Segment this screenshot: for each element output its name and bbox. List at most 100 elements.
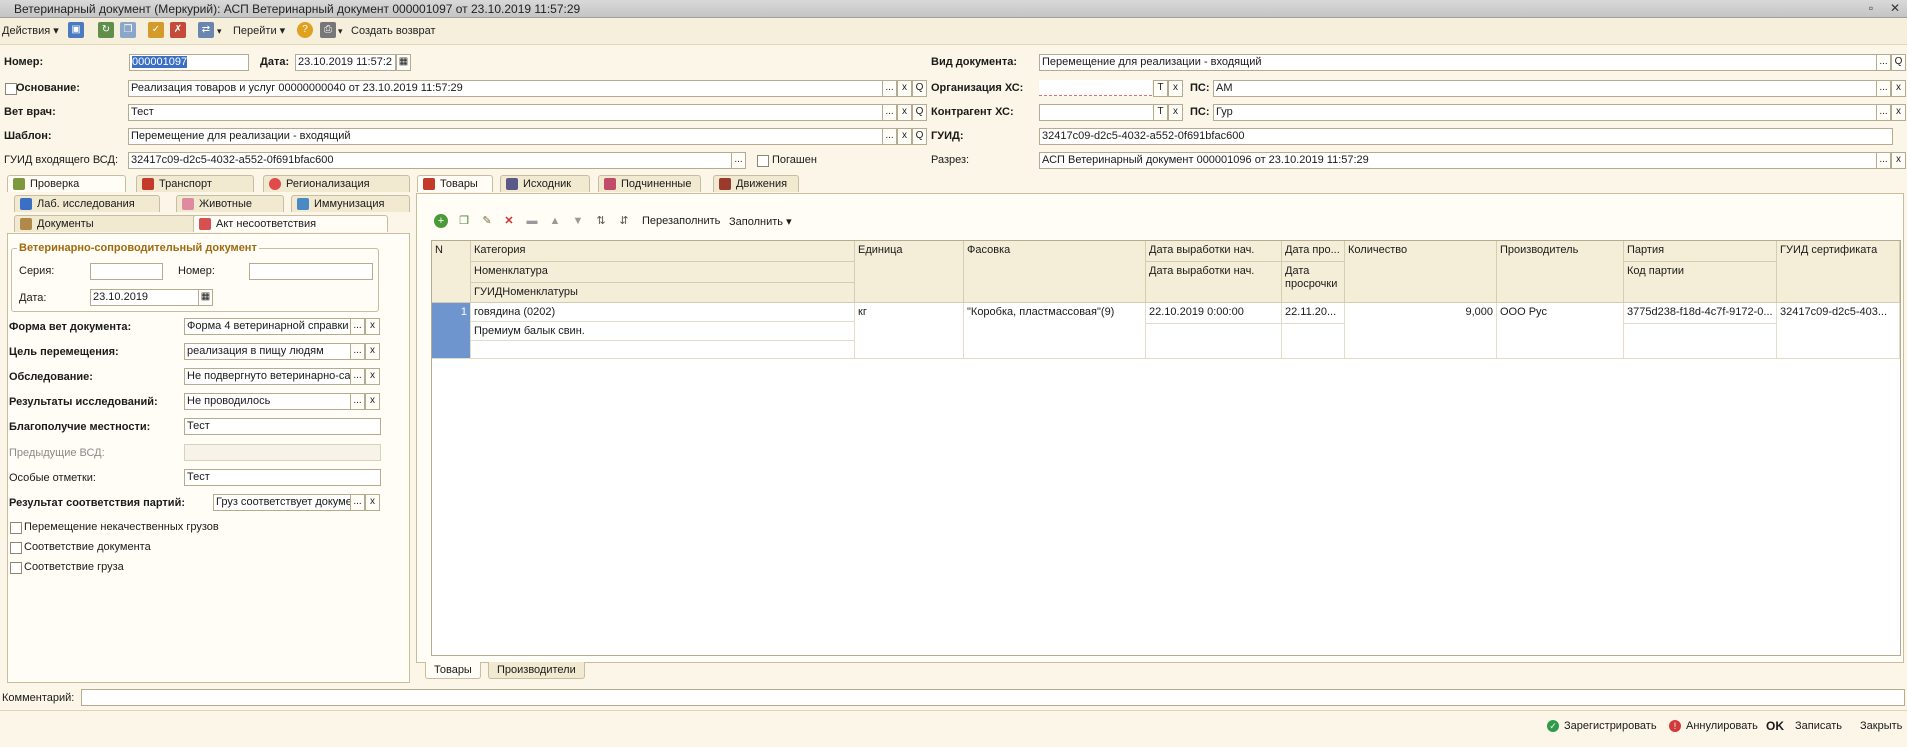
- producer-cell[interactable]: ООО Рус: [1497, 303, 1624, 359]
- repaid-checkbox[interactable]: [757, 155, 769, 167]
- close-icon[interactable]: ✕: [1887, 1, 1903, 15]
- save-button[interactable]: Записать: [1795, 720, 1842, 732]
- save-icon[interactable]: ▣: [68, 22, 84, 38]
- ok-button[interactable]: OK: [1766, 719, 1784, 733]
- template-select-button[interactable]: ...: [882, 128, 897, 145]
- contractor-clear-button[interactable]: x: [1168, 104, 1183, 121]
- quantity-cell[interactable]: 9,000: [1345, 303, 1497, 359]
- copy-row-icon[interactable]: ❐: [457, 214, 471, 228]
- purpose-select-button[interactable]: ...: [350, 343, 365, 360]
- poor-quality-checkbox[interactable]: [10, 522, 22, 534]
- tab-immunization[interactable]: Иммунизация: [291, 195, 410, 212]
- section-clear-button[interactable]: x: [1891, 152, 1906, 169]
- post-icon[interactable]: ✓: [148, 22, 164, 38]
- tab-movements[interactable]: Движения: [713, 175, 799, 192]
- col-expiry-2[interactable]: Дата просрочки: [1282, 262, 1345, 303]
- basis-select-button[interactable]: ...: [882, 80, 897, 97]
- bottom-tab-goods[interactable]: Товары: [425, 662, 481, 679]
- goto-menu[interactable]: Перейти ▾: [233, 23, 285, 39]
- number-field[interactable]: 000001097: [129, 54, 249, 71]
- prod-date-cell[interactable]: 22.10.2019 0:00:00: [1146, 303, 1282, 324]
- tab-source[interactable]: Исходник: [500, 175, 590, 192]
- org-type-button[interactable]: T: [1153, 80, 1168, 97]
- col-prod-date[interactable]: Дата выработки нач.: [1146, 241, 1282, 262]
- vet-select-button[interactable]: ...: [882, 104, 897, 121]
- sort-desc-icon[interactable]: ⇵: [617, 214, 631, 228]
- section-select-button[interactable]: ...: [1876, 152, 1891, 169]
- col-unit[interactable]: Единица: [855, 241, 964, 303]
- tab-nonconformity-act[interactable]: Акт несоответствия: [193, 215, 388, 232]
- bottom-tab-producers[interactable]: Производители: [488, 662, 585, 679]
- vsd-date-field[interactable]: 23.10.2019: [90, 289, 199, 306]
- org-field[interactable]: [1039, 80, 1152, 96]
- row-number-cell[interactable]: 1: [432, 303, 471, 359]
- structure-dropdown-icon[interactable]: ▾: [217, 23, 222, 39]
- refresh-icon[interactable]: ↻: [98, 22, 114, 38]
- category-cell[interactable]: говядина (0202): [471, 303, 855, 322]
- form-field[interactable]: Форма 4 ветеринарной справки: [184, 318, 351, 335]
- vet-field[interactable]: Тест: [128, 104, 884, 121]
- ps1-field[interactable]: АМ: [1213, 80, 1878, 97]
- contractor-field[interactable]: [1039, 104, 1154, 121]
- col-packing[interactable]: Фасовка: [964, 241, 1146, 303]
- copy-icon[interactable]: ❐: [120, 22, 136, 38]
- close-button[interactable]: Закрыть: [1860, 720, 1902, 732]
- fill-menu[interactable]: Заполнить ▾: [729, 215, 792, 228]
- delete-icon[interactable]: ✕: [502, 214, 516, 228]
- basis-open-icon[interactable]: Q: [912, 80, 927, 97]
- refill-button[interactable]: Перезаполнить: [642, 215, 720, 227]
- tab-check[interactable]: Проверка: [7, 175, 126, 192]
- certificate-guid-cell[interactable]: 32417c09-d2c5-403...: [1777, 303, 1900, 359]
- ps1-select-button[interactable]: ...: [1876, 80, 1891, 97]
- print-icon[interactable]: ⎙: [320, 22, 336, 38]
- end-edit-icon[interactable]: ▬: [525, 214, 539, 228]
- wellbeing-field[interactable]: Тест: [184, 418, 381, 435]
- unit-cell[interactable]: кг: [855, 303, 964, 359]
- tab-goods[interactable]: Товары: [417, 175, 493, 192]
- tab-documents[interactable]: Документы: [14, 215, 201, 232]
- match-select-button[interactable]: ...: [350, 494, 365, 511]
- tab-transport[interactable]: Транспорт: [136, 175, 254, 192]
- col-batch[interactable]: Партия: [1624, 241, 1777, 262]
- doctype-open-icon[interactable]: Q: [1891, 54, 1906, 71]
- unpost-icon[interactable]: ✗: [170, 22, 186, 38]
- contractor-type-button[interactable]: T: [1153, 104, 1168, 121]
- template-open-icon[interactable]: Q: [912, 128, 927, 145]
- template-field[interactable]: Перемещение для реализации - входящий: [128, 128, 884, 145]
- batch-cell[interactable]: 3775d238-f18d-4c7f-9172-0...: [1624, 303, 1777, 324]
- col-category[interactable]: Категория: [471, 241, 855, 262]
- col-producer[interactable]: Производитель: [1497, 241, 1624, 303]
- date-field[interactable]: 23.10.2019 11:57:2: [295, 54, 396, 71]
- doctype-field[interactable]: Перемещение для реализации - входящий: [1039, 54, 1878, 71]
- col-nomenclature[interactable]: Номенклатура: [471, 262, 855, 283]
- basis-clear-button[interactable]: x: [897, 80, 912, 97]
- col-expiry[interactable]: Дата про...: [1282, 241, 1345, 262]
- doctype-select-button[interactable]: ...: [1876, 54, 1891, 71]
- help-icon[interactable]: ?: [297, 22, 313, 38]
- template-clear-button[interactable]: x: [897, 128, 912, 145]
- col-prod-date-2[interactable]: Дата выработки нач.: [1146, 262, 1282, 303]
- annul-button[interactable]: Аннулировать: [1686, 720, 1758, 732]
- tab-subordinate[interactable]: Подчиненные: [598, 175, 701, 192]
- structure-icon[interactable]: ⇄: [198, 22, 214, 38]
- col-guid-nomenclature[interactable]: ГУИДНоменклатуры: [471, 283, 855, 303]
- results-select-button[interactable]: ...: [350, 393, 365, 410]
- vet-clear-button[interactable]: x: [897, 104, 912, 121]
- prod-date-2-cell[interactable]: [1146, 324, 1282, 359]
- print-dropdown-icon[interactable]: ▾: [338, 23, 343, 39]
- col-quantity[interactable]: Количество: [1345, 241, 1497, 303]
- guid-in-field[interactable]: 32417c09-d2c5-4032-a552-0f691bfac600: [128, 152, 732, 169]
- basis-field[interactable]: Реализация товаров и услуг 00000000040 о…: [128, 80, 884, 97]
- col-certificate-guid[interactable]: ГУИД сертификата: [1777, 241, 1900, 303]
- packing-cell[interactable]: "Коробка, пластмассовая"(9): [964, 303, 1146, 359]
- calendar-icon[interactable]: ▦: [396, 54, 411, 71]
- col-batch-code[interactable]: Код партии: [1624, 262, 1777, 303]
- col-n[interactable]: N: [432, 241, 471, 303]
- inspection-clear-button[interactable]: x: [365, 368, 380, 385]
- results-clear-button[interactable]: x: [365, 393, 380, 410]
- tab-animals[interactable]: Животные: [176, 195, 284, 212]
- org-clear-button[interactable]: x: [1168, 80, 1183, 97]
- add-icon[interactable]: +: [434, 214, 448, 228]
- purpose-clear-button[interactable]: x: [365, 343, 380, 360]
- purpose-field[interactable]: реализация в пищу людям: [184, 343, 351, 360]
